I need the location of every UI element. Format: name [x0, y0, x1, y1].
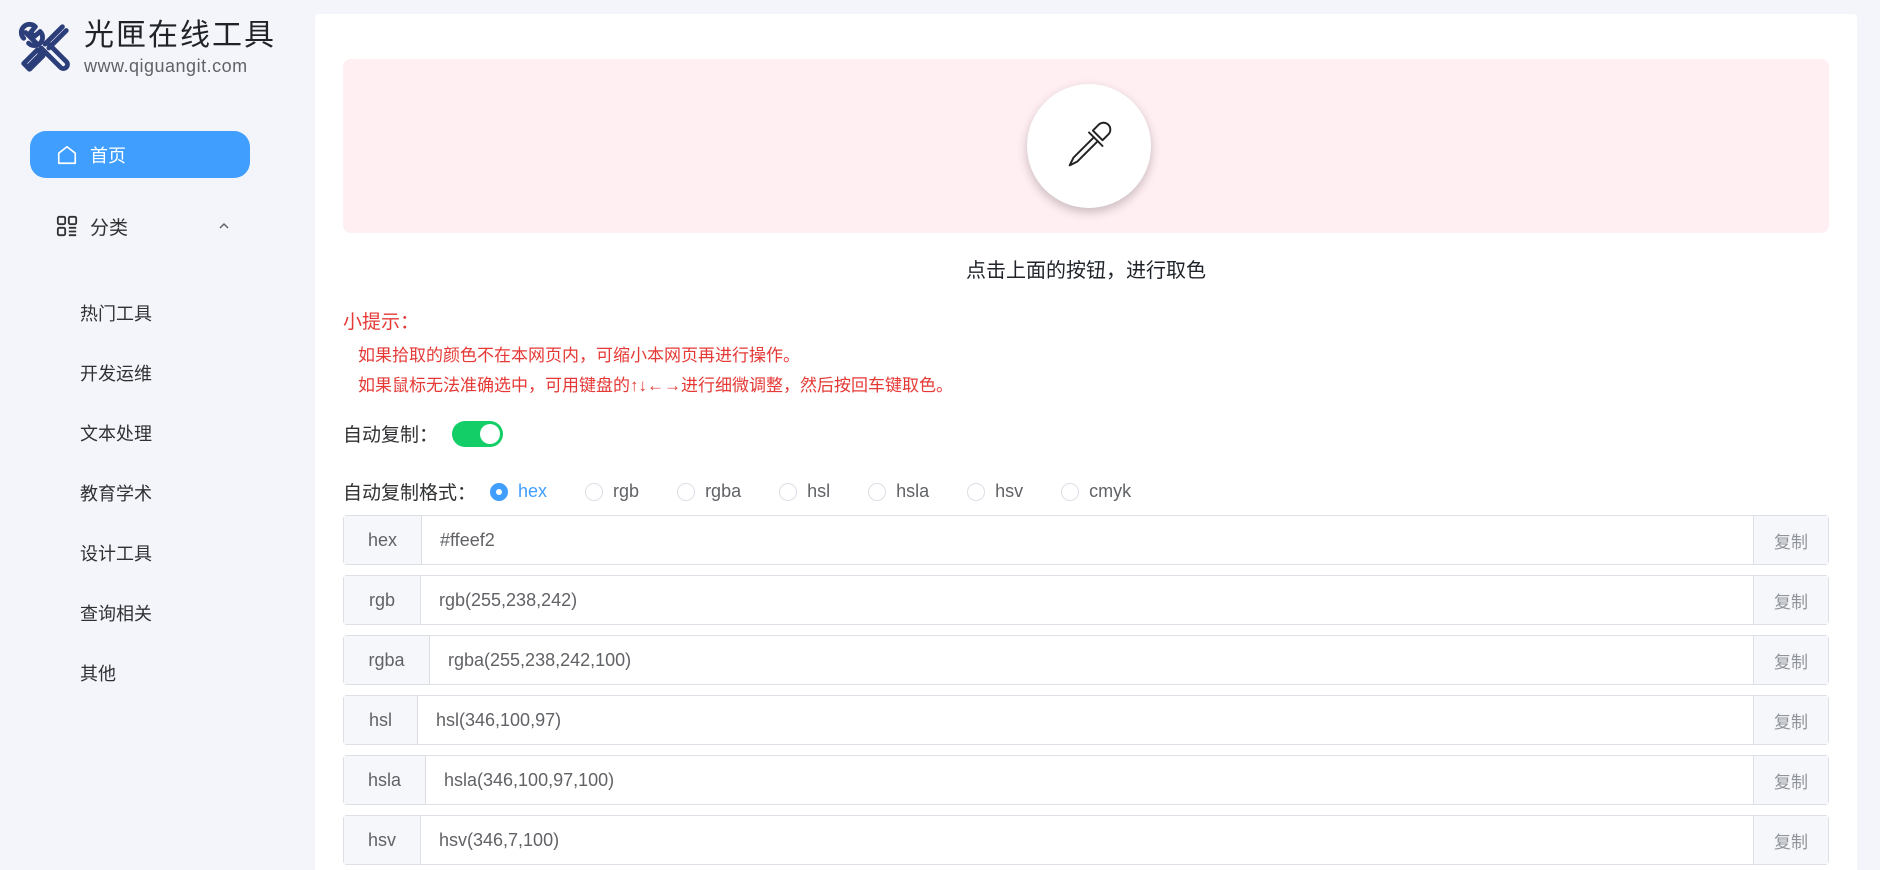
eyedropper-icon	[1068, 121, 1112, 167]
rgba-field: rgba rgba(255,238,242,100) 复制	[343, 635, 1829, 685]
sidebar: 光匣在线工具 www.qiguangit.com 首页 分类 热门工具 开发运维…	[0, 0, 300, 870]
format-radio-hex[interactable]: hex	[490, 481, 547, 502]
tip-line: 如果拾取的颜色不在本网页内，可缩小本网页再进行操作。	[358, 346, 800, 365]
field-label: hsl	[344, 696, 418, 744]
grid-icon	[56, 215, 78, 237]
sidebar-item-education[interactable]: 教育学术	[80, 479, 152, 509]
sidebar-item-design[interactable]: 设计工具	[80, 539, 152, 569]
hsl-value-input[interactable]: hsl(346,100,97)	[418, 696, 1753, 744]
tip-title: 小提示：	[343, 312, 420, 333]
tip-line: 如果鼠标无法准确选中，可用键盘的↑↓←→进行细微调整，然后按回车键取色。	[358, 376, 953, 395]
auto-copy-row: 自动复制：	[343, 420, 504, 447]
site-logo[interactable]: 光匣在线工具 www.qiguangit.com	[16, 18, 276, 78]
nav-home[interactable]: 首页	[30, 131, 250, 178]
site-title: 光匣在线工具	[84, 18, 276, 53]
hex-field: hex #ffeef2 复制	[343, 515, 1829, 565]
copy-button[interactable]: 复制	[1753, 636, 1828, 684]
nav-category-label: 分类	[90, 217, 129, 239]
auto-copy-toggle[interactable]	[452, 420, 504, 447]
main-panel: 点击上面的按钮，进行取色 小提示： 如果拾取的颜色不在本网页内，可缩小本网页再进…	[315, 14, 1857, 870]
copy-button[interactable]: 复制	[1753, 756, 1828, 804]
sidebar-item-other[interactable]: 其他	[80, 659, 116, 689]
field-label: rgb	[344, 576, 421, 624]
hsla-field: hsla hsla(346,100,97,100) 复制	[343, 755, 1829, 805]
hsv-value-input[interactable]: hsv(346,7,100)	[421, 816, 1753, 864]
sidebar-item-query[interactable]: 查询相关	[80, 599, 152, 629]
home-icon	[57, 145, 77, 164]
sidebar-item-devops[interactable]: 开发运维	[80, 359, 152, 389]
format-radio-hsla[interactable]: hsla	[868, 481, 929, 502]
site-url: www.qiguangit.com	[84, 56, 248, 76]
sidebar-item-text[interactable]: 文本处理	[80, 419, 152, 449]
hex-value-input[interactable]: #ffeef2	[422, 516, 1753, 564]
chevron-up-icon	[219, 222, 229, 229]
format-row: 自动复制格式： hex rgb rgba hsl hsla hsv cmyk	[343, 478, 1169, 505]
copy-button[interactable]: 复制	[1753, 516, 1828, 564]
format-radio-rgba[interactable]: rgba	[677, 481, 741, 502]
format-radio-hsl[interactable]: hsl	[779, 481, 830, 502]
hsl-field: hsl hsl(346,100,97) 复制	[343, 695, 1829, 745]
format-label: 自动复制格式：	[343, 483, 477, 504]
copy-button[interactable]: 复制	[1753, 816, 1828, 864]
field-label: hsla	[344, 756, 426, 804]
hsv-field: hsv hsv(346,7,100) 复制	[343, 815, 1829, 865]
copy-button[interactable]: 复制	[1753, 696, 1828, 744]
format-radio-cmyk[interactable]: cmyk	[1061, 481, 1131, 502]
rgba-value-input[interactable]: rgba(255,238,242,100)	[430, 636, 1753, 684]
nav-category-toggle[interactable]: 分类	[56, 208, 231, 244]
rgb-field: rgb rgb(255,238,242) 复制	[343, 575, 1829, 625]
wrench-tools-icon	[18, 21, 70, 72]
sidebar-item-hot[interactable]: 热门工具	[80, 299, 152, 329]
rgb-value-input[interactable]: rgb(255,238,242)	[421, 576, 1753, 624]
format-radio-hsv[interactable]: hsv	[967, 481, 1023, 502]
nav-home-label: 首页	[90, 145, 126, 166]
pick-color-button[interactable]	[1027, 84, 1151, 208]
hsla-value-input[interactable]: hsla(346,100,97,100)	[426, 756, 1753, 804]
pick-caption: 点击上面的按钮，进行取色	[966, 260, 1206, 282]
color-preview-area	[343, 59, 1829, 233]
field-label: hsv	[344, 816, 421, 864]
copy-button[interactable]: 复制	[1753, 576, 1828, 624]
auto-copy-label: 自动复制：	[343, 425, 439, 446]
format-radio-rgb[interactable]: rgb	[585, 481, 639, 502]
field-label: hex	[344, 516, 422, 564]
field-label: rgba	[344, 636, 430, 684]
